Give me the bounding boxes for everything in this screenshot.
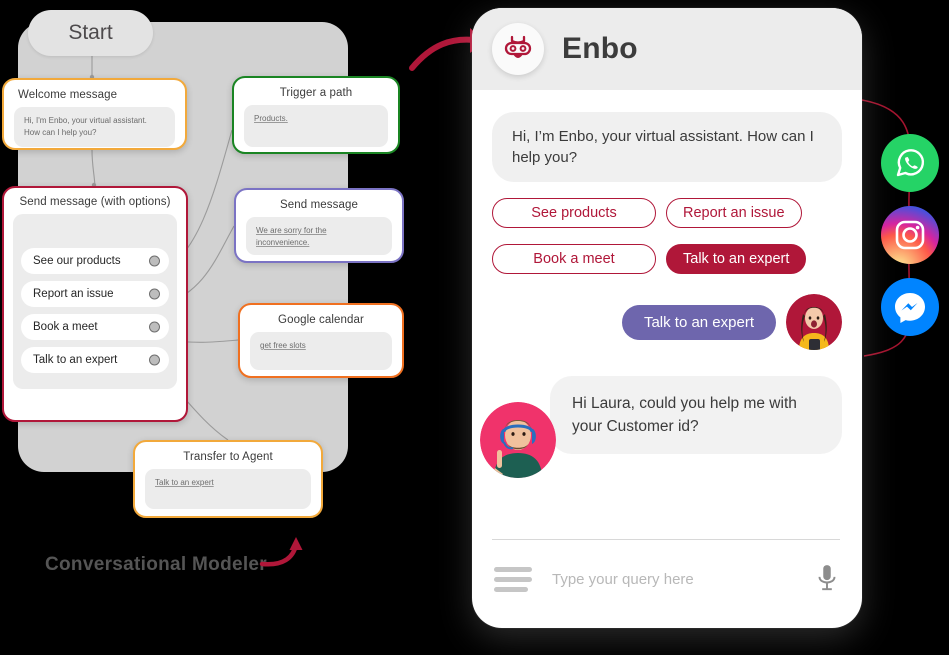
robot-face-icon: [504, 35, 532, 58]
user-message-bubble: Talk to an expert: [621, 304, 776, 340]
flow-node-welcome-message[interactable]: Welcome message Hi, I'm Enbo, your virtu…: [2, 78, 187, 150]
chat-header: Enbo: [472, 8, 862, 90]
microphone-icon[interactable]: [814, 564, 840, 594]
node-title: Send message: [280, 199, 358, 211]
node-body-text: Products.: [254, 114, 288, 123]
node-title: Send message (with options): [19, 196, 171, 208]
node-title: Trigger a path: [279, 87, 353, 99]
quick-reply-label: Report an issue: [683, 205, 785, 221]
quick-reply-label: Talk to an expert: [683, 251, 790, 267]
flow-option-report-an-issue[interactable]: Report an issue: [21, 281, 169, 307]
quick-reply-label: Book a meet: [533, 251, 615, 267]
node-body: We are sorry for the inconvenience.: [246, 217, 392, 255]
flow-node-send-message[interactable]: Send message We are sorry for the inconv…: [234, 188, 404, 263]
flow-option-see-our-products[interactable]: See our products: [21, 248, 169, 274]
instagram-icon[interactable]: [881, 206, 939, 264]
node-body-line-1: Hi, I'm Enbo, your virtual assistant.: [24, 116, 147, 125]
start-label: Start: [68, 21, 113, 44]
node-options-tray: See our products Report an issue Book a …: [13, 214, 177, 389]
option-label: Report an issue: [33, 288, 114, 300]
node-title: Transfer to Agent: [183, 451, 273, 463]
flow-node-google-calendar[interactable]: Google calendar get free slots: [238, 303, 404, 378]
bot-avatar: [492, 23, 544, 75]
quick-reply-label: See products: [531, 205, 617, 221]
flow-node-transfer-to-agent[interactable]: Transfer to Agent Talk to an expert: [133, 440, 323, 518]
node-body-text: get free slots: [260, 341, 306, 350]
whatsapp-glyph: [896, 149, 925, 177]
quick-reply-report-an-issue[interactable]: Report an issue: [666, 198, 802, 228]
quick-reply-row-1: See products Report an issue: [492, 198, 842, 228]
instagram-glyph: [895, 220, 925, 250]
conversational-modeler-canvas: Start Welcome message Hi, I'm Enbo, your…: [0, 0, 460, 620]
node-body: Hi, I'm Enbo, your virtual assistant. Ho…: [14, 107, 175, 147]
agent-message-row: Hi Laura, could you help me with your Cu…: [480, 376, 842, 478]
connector-dot-icon[interactable]: [149, 255, 160, 267]
agent-avatar: [480, 402, 556, 478]
option-label: Book a meet: [33, 321, 98, 333]
user-message-row: Talk to an expert: [492, 294, 842, 350]
whatsapp-icon[interactable]: [881, 134, 939, 192]
node-title: Welcome message: [18, 89, 118, 101]
node-body: get free slots: [250, 332, 392, 370]
flow-node-send-message-with-options[interactable]: Send message (with options) See our prod…: [2, 186, 188, 422]
quick-reply-talk-to-an-expert[interactable]: Talk to an expert: [666, 244, 807, 274]
option-label: See our products: [33, 255, 121, 267]
node-body-text: We are sorry for the inconvenience.: [256, 226, 327, 247]
node-body-text: Talk to an expert: [155, 478, 214, 487]
flow-option-talk-to-an-expert[interactable]: Talk to an expert: [21, 347, 169, 373]
option-label: Talk to an expert: [33, 354, 118, 366]
messenger-glyph: [895, 293, 925, 323]
page-root: Start Welcome message Hi, I'm Enbo, your…: [0, 0, 949, 655]
bot-name: Enbo: [562, 32, 638, 65]
agent-message-bubble: Hi Laura, could you help me with your Cu…: [550, 376, 842, 454]
connector-dot-icon[interactable]: [149, 321, 160, 333]
quick-reply-row-2: Book a meet Talk to an expert: [492, 244, 842, 274]
input-divider: [492, 539, 840, 540]
node-title: Google calendar: [278, 314, 364, 326]
flow-option-book-a-meet[interactable]: Book a meet: [21, 314, 169, 340]
messenger-icon[interactable]: [881, 278, 939, 336]
phone-mockup: Enbo Hi, I’m Enbo, your virtual assistan…: [472, 8, 862, 628]
connector-dot-icon[interactable]: [149, 354, 160, 366]
node-body-line-2: How can I help you?: [24, 128, 97, 137]
connector-dot-icon[interactable]: [149, 288, 160, 300]
quick-reply-book-a-meet[interactable]: Book a meet: [492, 244, 656, 274]
chat-input-bar: Type your query here: [472, 564, 862, 594]
user-avatar: [786, 294, 842, 350]
bot-message-bubble: Hi, I’m Enbo, your virtual assistant. Ho…: [492, 112, 842, 182]
query-input[interactable]: Type your query here: [552, 571, 814, 588]
node-body: Talk to an expert: [145, 469, 311, 509]
hamburger-menu-icon[interactable]: [494, 566, 532, 592]
conversational-modeler-label: Conversational Modeler: [45, 554, 267, 575]
flow-node-trigger-a-path[interactable]: Trigger a path Products.: [232, 76, 400, 154]
quick-reply-see-products[interactable]: See products: [492, 198, 656, 228]
chat-thread: Hi, I’m Enbo, your virtual assistant. Ho…: [472, 90, 862, 478]
flow-node-start[interactable]: Start: [28, 10, 153, 56]
node-body: Products.: [244, 105, 388, 147]
